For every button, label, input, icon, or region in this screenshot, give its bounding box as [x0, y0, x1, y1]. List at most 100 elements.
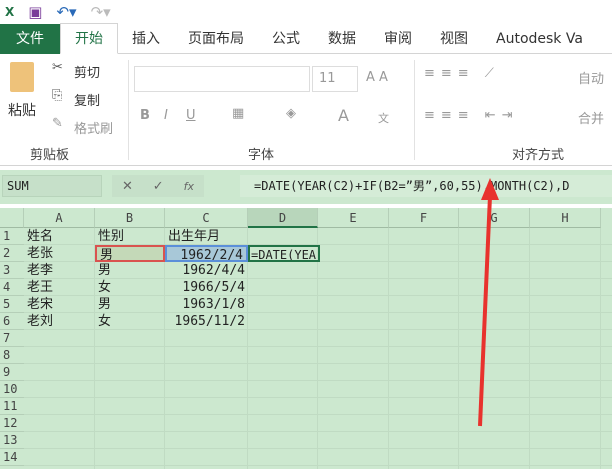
tab-file[interactable]: 文件	[0, 23, 60, 54]
row-header-9[interactable]: 9	[0, 364, 24, 381]
font-group-label: 字体	[248, 148, 275, 163]
name-box[interactable]: SUM	[2, 175, 102, 197]
column-header-B[interactable]: B	[95, 208, 165, 228]
row-header-1[interactable]: 1	[0, 228, 24, 245]
cell-D2[interactable]: =DATE(YEA	[248, 245, 320, 262]
select-all[interactable]	[0, 208, 24, 228]
fill-color-icon[interactable]: ◈	[286, 106, 296, 121]
formula-bar: SUM ✕ ✓ fx =DATE(YEAR(C2)+IF(B2=”男”,60,5…	[0, 170, 612, 204]
font-name-dropdown[interactable]	[134, 66, 310, 92]
spreadsheet-grid[interactable]: A B C D E F G H 1 2 3 4 5 6 7 8 9 10 11 12 13 14 姓名 性别 出生年月 老张男 19…	[0, 208, 612, 469]
column-header-H[interactable]: H	[530, 208, 601, 228]
cell-A6[interactable]: 老刘	[24, 313, 95, 330]
formula-input[interactable]: =DATE(YEAR(C2)+IF(B2=”男”,60,55),MONTH(C2…	[240, 175, 612, 197]
merge-button[interactable]: 合并	[578, 108, 604, 127]
gridline	[600, 228, 601, 469]
divider	[128, 60, 129, 160]
column-header-C[interactable]: C	[165, 208, 248, 228]
row-header-3[interactable]: 3	[0, 262, 24, 279]
brush-icon: ✎	[52, 116, 63, 131]
row-header-10[interactable]: 10	[0, 381, 24, 398]
gridline	[458, 228, 459, 469]
cell-C6[interactable]: 1965/11/2	[165, 313, 248, 330]
tab-home[interactable]: 开始	[60, 23, 118, 54]
cell-A1[interactable]: 姓名	[24, 228, 95, 245]
cell-B3[interactable]: 男	[95, 262, 165, 279]
enter-icon[interactable]: ✓	[153, 179, 164, 194]
row-header-7[interactable]: 7	[0, 330, 24, 347]
gridline	[317, 228, 318, 469]
tab-autodesk[interactable]: Autodesk Va	[482, 24, 597, 54]
tab-page-layout[interactable]: 页面布局	[174, 24, 258, 54]
cell-C3[interactable]: 1962/4/4	[165, 262, 248, 279]
wrap-text-button[interactable]: 自动	[578, 68, 604, 87]
column-header-G[interactable]: G	[459, 208, 530, 228]
row-header-12[interactable]: 12	[0, 415, 24, 432]
row-header-4[interactable]: 4	[0, 279, 24, 296]
cell-A2[interactable]: 老张	[24, 245, 95, 262]
cell-A4[interactable]: 老王	[24, 279, 95, 296]
divider	[414, 60, 415, 160]
italic-button[interactable]: I	[164, 108, 168, 123]
cell-B1[interactable]: 性别	[95, 228, 165, 245]
cell-A5[interactable]: 老宋	[24, 296, 95, 313]
cell-B5[interactable]: 男	[95, 296, 165, 313]
grow-font-icon[interactable]: A A	[366, 70, 388, 85]
format-painter-button[interactable]: 格式刷	[74, 118, 113, 137]
excel-icon: X	[5, 5, 15, 19]
gridline	[24, 397, 612, 398]
column-header-A[interactable]: A	[24, 208, 95, 228]
cell-C2[interactable]: 1962/2/4	[165, 245, 248, 262]
paste-button[interactable]: 粘贴	[8, 100, 36, 120]
cell-B6[interactable]: 女	[95, 313, 165, 330]
undo-icon[interactable]: ↶▾	[56, 3, 76, 21]
cell-B2[interactable]: 男	[95, 245, 165, 262]
paste-icon[interactable]	[10, 62, 34, 92]
cell-B4[interactable]: 女	[95, 279, 165, 296]
gridline	[388, 228, 389, 469]
tab-review[interactable]: 审阅	[370, 24, 426, 54]
tab-view[interactable]: 视图	[426, 24, 482, 54]
font-size-dropdown[interactable]: 11	[312, 66, 358, 92]
tab-insert[interactable]: 插入	[118, 24, 174, 54]
tab-data[interactable]: 数据	[314, 24, 370, 54]
cell-C5[interactable]: 1963/1/8	[165, 296, 248, 313]
cell-C1[interactable]: 出生年月	[165, 228, 248, 245]
column-header-D[interactable]: D	[248, 208, 318, 228]
scissors-icon: ✂	[52, 60, 63, 75]
cell-A3[interactable]: 老李	[24, 262, 95, 279]
gridline	[24, 431, 612, 432]
save-icon[interactable]: ▣	[28, 3, 42, 21]
row-header-2[interactable]: 2	[0, 245, 24, 262]
fx-icon[interactable]: fx	[184, 180, 194, 193]
cancel-icon[interactable]: ✕	[122, 179, 133, 194]
copy-button[interactable]: 复制	[74, 90, 100, 109]
alignment-group-label: 对齐方式	[512, 148, 565, 163]
gridline	[24, 380, 612, 381]
column-header-E[interactable]: E	[318, 208, 389, 228]
cut-button[interactable]: 剪切	[74, 62, 100, 81]
bold-button[interactable]: B	[140, 108, 150, 123]
font-color-button[interactable]: A	[338, 106, 349, 125]
redo-icon[interactable]: ↷▾	[91, 3, 111, 21]
gridline	[24, 448, 612, 449]
copy-icon: ⎘	[52, 88, 63, 103]
row-header-11[interactable]: 11	[0, 398, 24, 415]
tab-formulas[interactable]: 公式	[258, 24, 314, 54]
align-row2-icons[interactable]: ≡≡≡ ⇤⇥	[424, 108, 519, 123]
row-header-6[interactable]: 6	[0, 313, 24, 330]
cell-C4[interactable]: 1966/5/4	[165, 279, 248, 296]
row-header-8[interactable]: 8	[0, 347, 24, 364]
underline-button[interactable]: U	[186, 108, 196, 123]
quick-access-toolbar: X ▣ ↶▾ ↷▾	[0, 0, 612, 24]
align-icons[interactable]: ≡≡≡ ⟋	[424, 66, 500, 81]
row-header-13[interactable]: 13	[0, 432, 24, 449]
column-header-F[interactable]: F	[389, 208, 459, 228]
gridline	[529, 228, 530, 469]
border-icon[interactable]: ▦	[232, 106, 244, 121]
clipboard-group-label: 剪贴板	[30, 148, 70, 163]
row-header-5[interactable]: 5	[0, 296, 24, 313]
phonetic-button[interactable]: 文	[378, 110, 389, 126]
row-header-14[interactable]: 14	[0, 449, 24, 466]
gridline	[24, 363, 612, 364]
